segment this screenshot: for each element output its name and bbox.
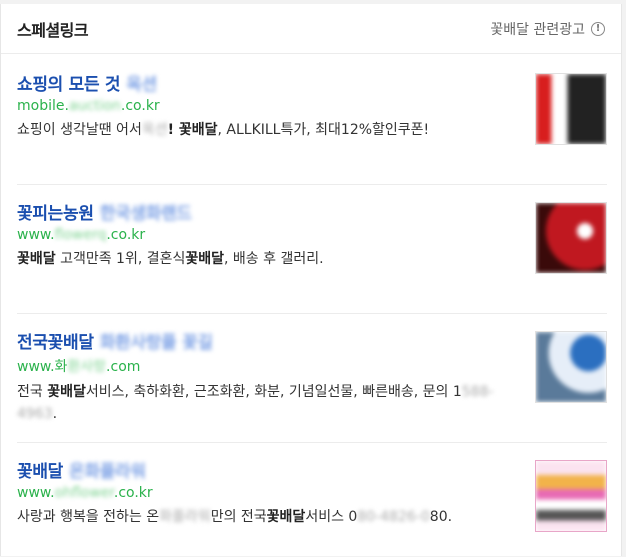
desc-keyword: 꽃배달 [266, 509, 306, 525]
ad-title-text[interactable]: 꽃피는농원 [17, 204, 94, 224]
ad-description: 쇼핑이 생각날땐 어서옥션! 꽃배달, ALLKILL특가, 최대12%할인쿠폰… [17, 119, 517, 141]
ad-thumbnail-image [536, 203, 606, 273]
desc-keyword: 꽃배달 [185, 251, 225, 267]
desc-keyword: 꽃배달 [178, 122, 218, 138]
ad-url-prefix: mobile. [17, 98, 69, 114]
ad-url-prefix: www. [17, 485, 55, 501]
ad-title-link[interactable]: 쇼핑의 모든 것 옥션 [17, 70, 607, 95]
ad-url-blurred: 환사랑 [67, 359, 107, 375]
ad-thumbnail[interactable] [535, 331, 607, 403]
ad-url[interactable]: www.화환사랑.com [17, 356, 607, 376]
desc-text: 사랑과 행복을 전하는 온 [17, 509, 160, 525]
ad-title-blurred: 한국생화랜드 [99, 204, 192, 224]
ad-url-suffix: .co.kr [120, 98, 160, 114]
panel-title: 스페셜링크 [17, 20, 89, 40]
desc-text: 서비스 0 [305, 509, 358, 525]
ad-item-1: 쇼핑의 모든 것 옥션 mobile.auction.co.kr 쇼핑이 생각날땐… [17, 70, 607, 185]
desc-text: 고객만족 1위, 결혼식 [55, 251, 186, 267]
ad-url-prefix: www.화 [17, 359, 68, 375]
ad-url[interactable]: www.flowerq.co.kr [17, 227, 607, 243]
desc-keyword: 꽃배달 [47, 384, 86, 400]
ad-description: 사랑과 행복을 전하는 온화플라워만의 전국꽃배달서비스 080-4826-08… [17, 506, 517, 528]
ad-title-link[interactable]: 전국꽃배달 화환사랑플 꽃길 [17, 328, 607, 353]
ad-title-link[interactable]: 꽃배달 온화플라워 [17, 457, 607, 482]
related-ads-label: 꽃배달 관련광고 [490, 21, 585, 38]
desc-text: . [52, 406, 58, 422]
ad-description: 꽃배달 고객만족 1위, 결혼식꽃배달, 배송 후 갤러리. [17, 248, 517, 270]
panel-header: 스페셜링크 꽃배달 관련광고 ! [1, 4, 621, 54]
ad-url[interactable]: mobile.auction.co.kr [17, 98, 607, 114]
desc-text: ! [167, 122, 179, 138]
ad-thumbnail[interactable] [535, 460, 607, 532]
ad-url-suffix: .com [106, 359, 141, 375]
ad-title-link[interactable]: 꽃피는농원 한국생화랜드 [17, 199, 607, 224]
ad-item-3: 전국꽃배달 화환사랑플 꽃길 www.화환사랑.com 전국 꽃배달서비스, 축하… [17, 328, 607, 443]
related-ads-link[interactable]: 꽃배달 관련광고 ! [490, 19, 605, 39]
ad-url-suffix: .co.kr [106, 227, 146, 243]
ad-item-4: 꽃배달 온화플라워 www.ohflower.co.kr 사랑과 행복을 전하는 … [17, 457, 607, 557]
desc-blurred: 80-4826-0 [357, 509, 430, 525]
desc-blurred: 화플라워 [159, 509, 211, 525]
ad-title-blurred: 옥션 [126, 75, 157, 95]
ad-item-2: 꽃피는농원 한국생화랜드 www.flowerq.co.kr 꽃배달 고객만족 1… [17, 199, 607, 314]
ad-url-suffix: .co.kr [113, 485, 153, 501]
desc-text: 80. [429, 509, 453, 525]
ad-title-blurred: 화환사랑플 꽃길 [99, 333, 213, 353]
ad-url-blurred: ohflower [54, 485, 114, 501]
ad-url-blurred: auction [68, 98, 121, 114]
ad-thumbnail[interactable] [535, 73, 607, 145]
desc-text: , ALLKILL특가, 최대12%할인쿠폰! [217, 122, 430, 138]
ad-url[interactable]: www.ohflower.co.kr [17, 485, 607, 501]
desc-keyword: 꽃배달 [17, 251, 56, 267]
ad-title-blurred: 온화플라워 [69, 462, 146, 482]
info-icon[interactable]: ! [591, 21, 605, 36]
ad-thumbnail-image [536, 461, 606, 531]
ad-url-blurred: flowerq [54, 227, 107, 243]
ad-thumbnail-image [536, 74, 606, 144]
special-link-panel: 스페셜링크 꽃배달 관련광고 ! 쇼핑의 모든 것 옥션 mobile.aucti… [0, 4, 622, 556]
desc-blurred: 옥션 [141, 122, 168, 138]
desc-text: 서비스, 축하화환, 근조화환, 화분, 기념일선물, 빠른배송, 문의 1 [85, 384, 462, 400]
ad-description: 전국 꽃배달서비스, 축하화환, 근조화환, 화분, 기념일선물, 빠른배송, … [17, 381, 517, 425]
desc-text: 쇼핑이 생각날땐 어서 [17, 122, 142, 138]
desc-text: , 배송 후 갤러리. [224, 251, 324, 267]
ad-url-prefix: www. [17, 227, 55, 243]
ad-title-text[interactable]: 전국꽃배달 [17, 333, 94, 353]
desc-text: 만의 전국 [210, 509, 267, 525]
ad-thumbnail[interactable] [535, 202, 607, 274]
ad-title-text[interactable]: 쇼핑의 모든 것 [17, 75, 121, 95]
ad-title-text[interactable]: 꽃배달 [17, 462, 63, 482]
ad-thumbnail-image [536, 332, 606, 402]
desc-text: 전국 [17, 384, 48, 400]
